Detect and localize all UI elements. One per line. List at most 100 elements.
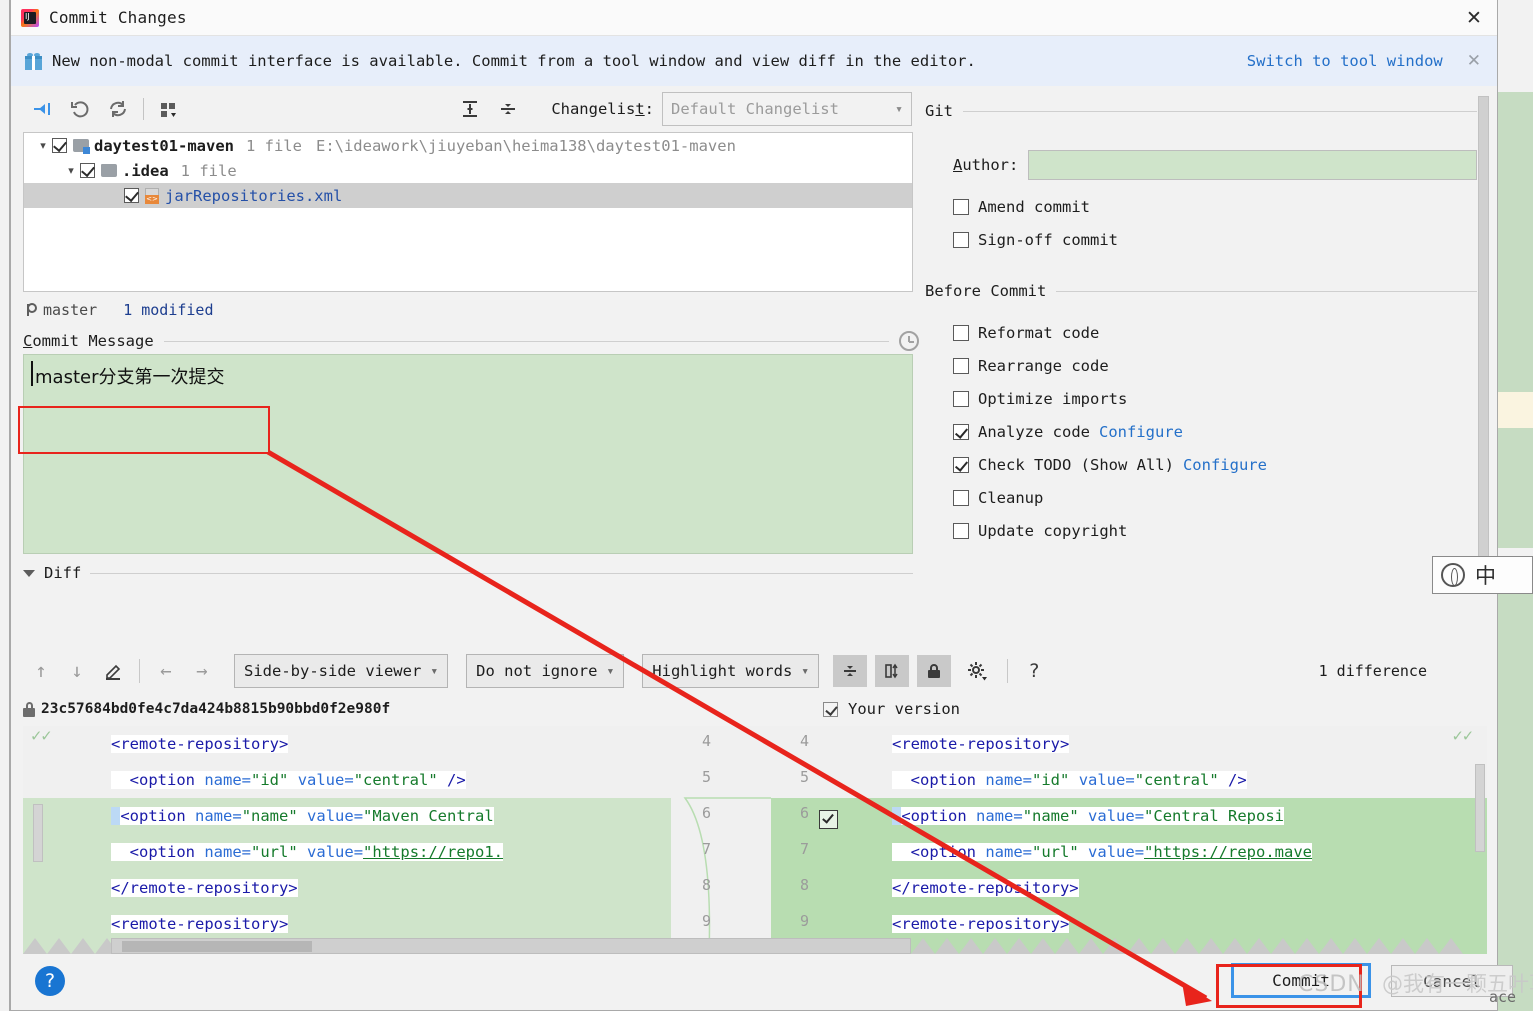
revert-icon[interactable] [61,92,99,126]
lock-icon[interactable] [917,655,952,687]
row-checkbox[interactable] [124,188,139,203]
collapse-unchanged-icon[interactable] [833,655,868,687]
switch-to-tool-window-link[interactable]: Switch to tool window [1247,52,1443,70]
ime-globe-icon [1441,563,1465,587]
cleanup-checkbox-row[interactable]: Cleanup [925,481,1497,514]
changelist-dropdown[interactable]: Default Changelist ▾ [662,92,912,126]
analyze-code-checkbox[interactable] [953,423,969,440]
diff-left-scrollbar[interactable] [33,804,43,862]
triangle-down-icon[interactable] [23,569,35,577]
changes-tree[interactable]: ▾ daytest01-maven 1 file E:\ideawork\jiu… [23,132,913,292]
accept-change-checkbox[interactable] [819,810,838,829]
table-row[interactable]: ▾ daytest01-maven 1 file E:\ideawork\jiu… [24,133,912,158]
code-line: <option name="name" value="Maven Central [111,798,503,834]
folder-modified-icon [73,139,90,154]
diff-pane-right[interactable]: <remote-repository> <option name="id" va… [876,726,1487,954]
row-checkbox[interactable] [80,163,95,178]
difference-count: 1 difference [1318,662,1427,680]
watermark-brand: CSDN [1298,972,1365,997]
arrow-down-icon[interactable]: ↓ [59,654,95,688]
dialog-bottom-bar: ? Commit Cancel [23,954,1513,1010]
line-number: 8 [701,876,711,894]
update-copyright-checkbox[interactable] [953,522,969,539]
your-version-checkbox[interactable] [823,701,838,717]
divider [90,572,913,574]
right-panel-scrollbar[interactable] [1478,96,1489,566]
arrow-left-icon[interactable]: ← [148,654,184,688]
amend-commit-label: Amend commit [978,197,1090,216]
line-number: 5 [701,768,711,786]
tree-node-name: jarRepositories.xml [165,186,343,205]
cleanup-checkbox[interactable] [953,489,969,506]
bg-band-cream [1498,392,1533,428]
accept-change-icon[interactable]: ✓✓ [1453,726,1473,746]
collapse-all-icon[interactable] [489,92,527,126]
diff-right-scrollbar[interactable] [1475,764,1485,852]
diff-pane-left[interactable]: ✓✓ <remote-repository> <option name="id"… [23,726,671,954]
history-clock-icon[interactable] [899,331,919,351]
reformat-code-checkbox-row[interactable]: Reformat code [925,316,1497,349]
optimize-imports-checkbox[interactable] [953,390,969,407]
reformat-code-checkbox[interactable] [953,324,969,341]
changelist-label: Changelist: [551,100,654,118]
check-todo-checkbox-row[interactable]: Check TODO (Show All) Configure [925,448,1497,481]
table-row[interactable]: <> jarRepositories.xml [24,183,912,208]
diff-section-header[interactable]: Diff [23,558,919,588]
highlight-mode-dropdown[interactable]: Highlight words ▾ [642,654,820,688]
ignore-mode-dropdown[interactable]: Do not ignore ▾ [466,654,625,688]
commit-message-input[interactable]: master分支第一次提交 [23,354,913,554]
compare-columns-icon[interactable] [875,655,910,687]
divider [1056,290,1477,292]
chevron-down-icon: ▾ [606,663,615,679]
expand-all-icon[interactable] [451,92,489,126]
scrollbar-thumb[interactable] [122,941,312,952]
group-by-icon[interactable] [150,92,188,126]
arrow-up-icon[interactable]: ↑ [23,654,59,688]
viewer-mode-dropdown[interactable]: Side-by-side viewer ▾ [234,654,449,688]
bg-band-green-1 [1498,92,1533,392]
banner-text: New non-modal commit interface is availa… [52,52,976,70]
pencil-icon[interactable] [95,654,131,688]
rearrange-code-checkbox[interactable] [953,357,969,374]
before-commit-section-label: Before Commit [925,282,1047,300]
arrow-right-icon[interactable]: → [184,654,220,688]
row-checkbox[interactable] [52,138,67,153]
question-mark-icon[interactable]: ? [35,966,65,996]
xml-file-icon: <> [145,187,159,204]
signoff-commit-checkbox-row[interactable]: Sign-off commit [925,223,1497,256]
signoff-commit-checkbox[interactable] [953,231,969,248]
background-ide-right-edge [1498,0,1533,1011]
check-todo-label: Check TODO (Show All) [978,455,1174,474]
rearrange-code-checkbox-row[interactable]: Rearrange code [925,349,1497,382]
bg-band-green-3 [1498,600,1533,1011]
close-icon[interactable]: ✕ [1457,3,1491,33]
banner-close-icon[interactable]: ✕ [1453,51,1487,71]
chevron-down-icon[interactable]: ▾ [62,164,80,177]
toolbar-divider [139,659,140,683]
gear-icon[interactable] [959,654,995,688]
update-copyright-checkbox-row[interactable]: Update copyright [925,514,1497,547]
your-version-header[interactable]: Your version [823,700,960,718]
ime-indicator[interactable]: 中 [1432,556,1533,594]
optimize-imports-checkbox-row[interactable]: Optimize imports [925,382,1497,415]
divider [163,340,889,342]
analyze-code-checkbox-row[interactable]: Analyze code Configure [925,415,1497,448]
analyze-code-configure-link[interactable]: Configure [1099,423,1183,441]
author-field[interactable] [1028,150,1477,180]
diff-section-label: Diff [44,564,82,582]
chevron-down-icon[interactable]: ▾ [34,139,52,152]
amend-commit-checkbox-row[interactable]: Amend commit [925,190,1497,223]
check-todo-checkbox[interactable] [953,456,969,473]
question-mark-icon[interactable]: ? [1016,654,1052,688]
amend-commit-checkbox[interactable] [953,198,969,215]
refresh-icon[interactable] [99,92,137,126]
show-diff-icon[interactable] [23,92,61,126]
diff-horizontal-scrollbar[interactable] [111,938,911,954]
first-line-text: <remote-repository> [111,735,289,753]
accept-change-icon[interactable]: ✓✓ [31,726,51,746]
intellij-idea-icon: IJ [21,8,39,27]
bg-band-top [1498,0,1533,92]
line-number: 4 [701,732,711,750]
table-row[interactable]: ▾ .idea 1 file [24,158,912,183]
check-todo-configure-link[interactable]: Configure [1183,456,1267,474]
